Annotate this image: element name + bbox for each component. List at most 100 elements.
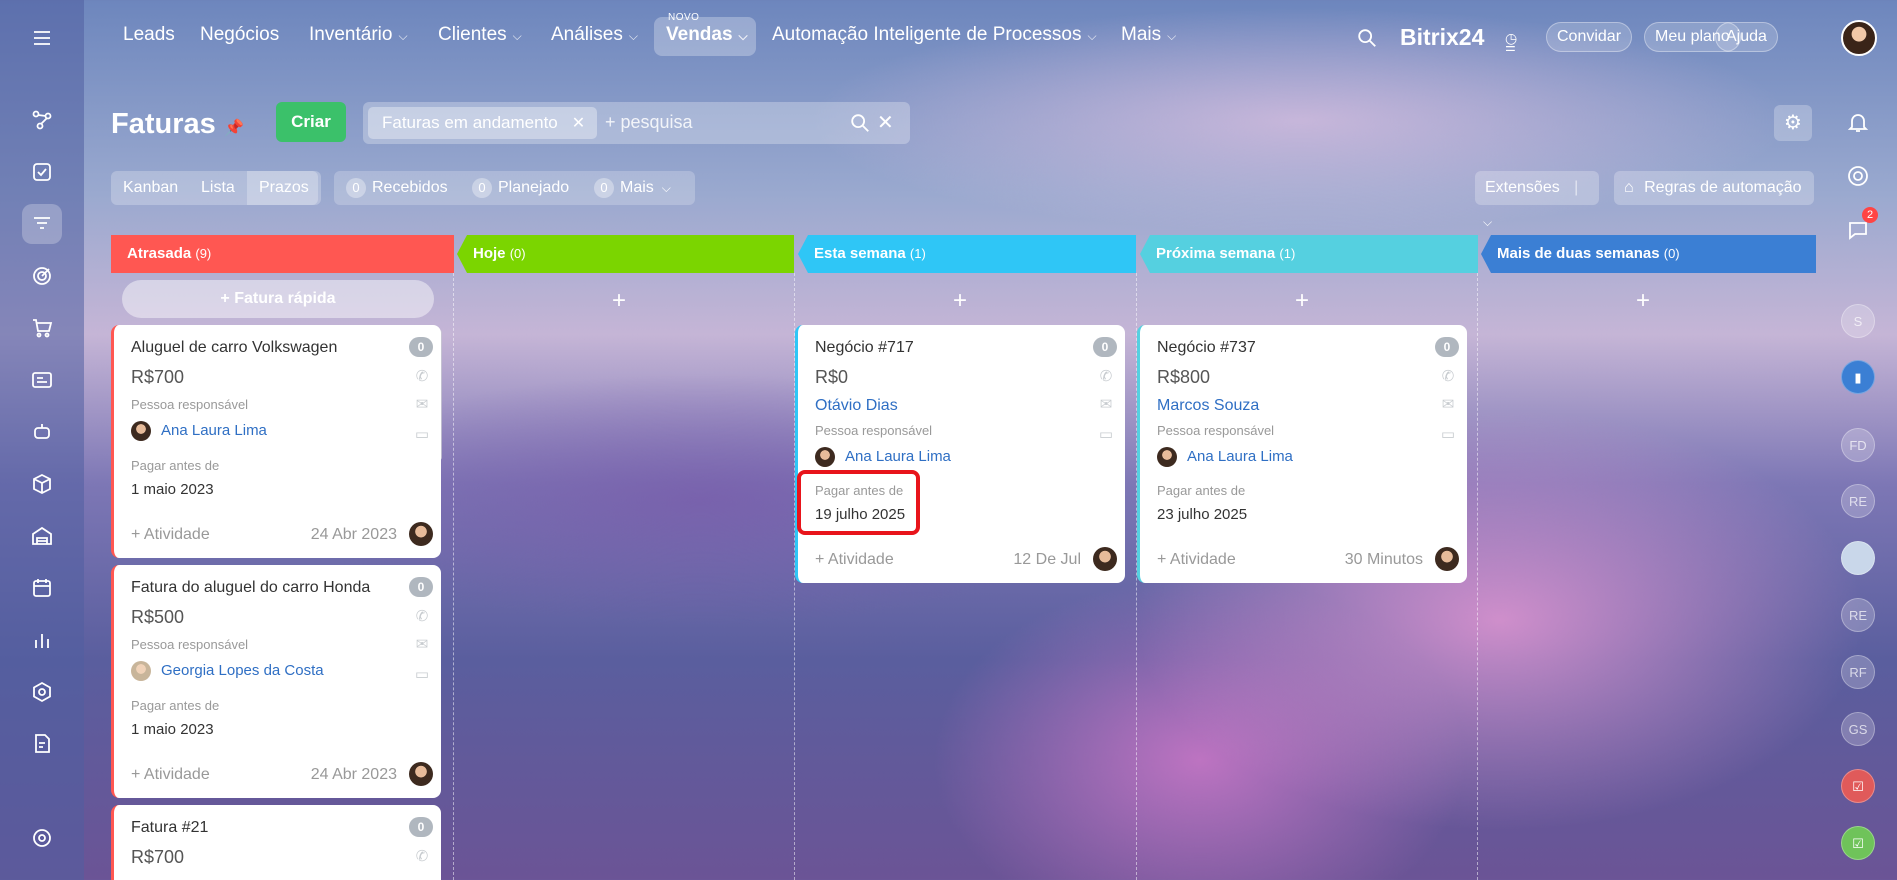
settings-icon[interactable] [22,818,62,858]
search-input[interactable]: + pesquisa [605,112,693,133]
chat-avatar[interactable]: RE [1841,484,1875,518]
phone-icon[interactable]: ✆ [413,847,431,865]
phone-icon[interactable]: ✆ [413,607,431,625]
search-icon[interactable] [1356,27,1378,49]
hexagon-icon[interactable] [22,672,62,712]
target-icon[interactable] [22,256,62,296]
card-title[interactable]: Fatura #21 [131,819,208,837]
analytics-icon[interactable] [22,620,62,660]
responsible-person[interactable]: Georgia Lopes da Costa [131,661,324,681]
view-kanban[interactable]: Kanban [123,171,178,205]
card-title[interactable]: Negócio #717 [815,339,914,357]
help-button[interactable]: Ajuda [1715,22,1778,52]
chat-avatar[interactable]: RF [1841,655,1875,689]
clear-icon[interactable]: ✕ [877,110,894,135]
close-icon[interactable]: ✕ [572,115,585,132]
add-activity-button[interactable]: + Atividade [1157,551,1236,569]
bell-icon[interactable] [1846,110,1870,134]
crm-icon[interactable] [22,100,62,140]
view-list[interactable]: Lista [201,171,235,205]
nav-clients[interactable]: Clientes ⌵ [438,24,522,46]
cart-icon[interactable] [22,308,62,348]
invoice-card[interactable]: Aluguel de carro Volkswagen 0 R$700 ✆ ✉ … [111,325,441,558]
mail-icon[interactable]: ✉ [413,635,431,653]
client-link[interactable]: Marcos Souza [1157,397,1259,415]
deal-card[interactable]: Negócio #737 0 R$800 ✆ ✉ ▭ Marcos Souza … [1137,325,1467,583]
quick-invoice-button[interactable]: + Fatura rápida [122,280,434,318]
invoice-card[interactable]: Fatura do aluguel do carro Honda 0 R$500… [111,565,441,798]
mail-icon[interactable]: ✉ [1439,395,1457,413]
phone-icon[interactable]: ✆ [413,367,431,385]
client-link[interactable]: Otávio Dias [815,397,898,415]
responsible-person[interactable]: Ana Laura Lima [815,447,951,467]
avatar[interactable] [1435,547,1459,571]
sliders-icon[interactable]: ⚌ [1505,40,1516,54]
add-card-next-week-button[interactable]: + [1295,287,1309,315]
create-button[interactable]: Criar [276,102,346,142]
view-deadlines[interactable]: Prazos [247,171,321,205]
copilot-icon[interactable] [1846,164,1870,188]
comment-icon[interactable]: ▭ [1439,425,1457,443]
calendar-icon[interactable] [22,568,62,608]
task-check-icon[interactable]: ☑ [1841,769,1875,803]
nav-deals[interactable]: Negócios [200,24,279,46]
add-card-later-button[interactable]: + [1636,287,1650,315]
responsible-person[interactable]: Ana Laura Lima [131,421,267,441]
chat-avatar[interactable]: GS [1841,712,1875,746]
add-activity-button[interactable]: + Atividade [815,551,894,569]
column-header-this-week[interactable]: Esta semana (1) [798,235,1136,273]
nav-analytics[interactable]: Análises ⌵ [551,24,638,46]
avatar[interactable] [1093,547,1117,571]
add-card-this-week-button[interactable]: + [953,287,967,315]
card-title[interactable]: Negócio #737 [1157,339,1256,357]
deal-card[interactable]: Negócio #717 0 R$0 ✆ ✉ ▭ Otávio Dias Pes… [795,325,1125,583]
bookmark-icon[interactable]: ▮ [1841,360,1875,394]
phone-icon[interactable]: ✆ [1439,367,1457,385]
nav-inventory[interactable]: Inventário ⌵ [309,24,408,46]
tasks-icon[interactable] [22,152,62,192]
column-header-today[interactable]: Hoje (0) [457,235,794,273]
chat-avatar[interactable]: RE [1841,598,1875,632]
nav-sales[interactable]: Vendas ⌵ [666,24,748,46]
avatar[interactable] [409,522,433,546]
user-avatar[interactable] [1841,20,1877,56]
card-title[interactable]: Aluguel de carro Volkswagen [131,339,337,357]
filter-chip[interactable]: Faturas em andamento ✕ [368,107,598,139]
sales-icon[interactable] [22,204,62,244]
nav-leads[interactable]: Leads [123,24,175,46]
comment-icon[interactable]: ▭ [413,665,431,683]
filter-search-box[interactable]: Faturas em andamento ✕ + pesquisa ✕ [363,102,910,144]
counter-received[interactable]: 0 Recebidos [346,178,448,198]
responsible-person[interactable]: Ana Laura Lima [1157,447,1293,467]
task-done-icon[interactable]: ☑ [1841,826,1875,860]
robot-icon[interactable] [22,412,62,452]
bot-avatar[interactable] [1841,541,1875,575]
warehouse-icon[interactable] [22,516,62,556]
mail-icon[interactable]: ✉ [413,395,431,413]
box-icon[interactable] [22,464,62,504]
counter-more[interactable]: 0 Mais ⌵ [594,178,671,198]
gear-icon[interactable]: ⚙ [1774,105,1812,141]
card-title[interactable]: Fatura do aluguel do carro Honda [131,579,370,597]
nav-automation[interactable]: Automação Inteligente de Processos ⌵ [772,24,1097,46]
automation-rules-button[interactable]: ⌂ Regras de automação [1614,171,1814,205]
pin-icon[interactable]: 📌 [224,118,244,138]
counter-planned[interactable]: 0 Planejado [472,178,569,198]
extensions-button[interactable]: Extensões | ⌵ [1475,171,1599,229]
column-header-more-than-two-weeks[interactable]: Mais de duas semanas (0) [1481,235,1816,273]
add-card-today-button[interactable]: + [612,287,626,315]
chat-avatar[interactable]: FD [1841,428,1875,462]
document-edit-icon[interactable] [22,724,62,764]
chat-avatar[interactable]: S [1841,304,1875,338]
phone-icon[interactable]: ✆ [1097,367,1115,385]
search-icon[interactable] [849,112,871,134]
nav-more[interactable]: Mais ⌵ [1121,24,1176,46]
column-header-next-week[interactable]: Próxima semana (1) [1140,235,1478,273]
avatar[interactable] [409,762,433,786]
invoice-card[interactable]: Fatura #21 0 R$700 ✆ [111,805,441,880]
menu-icon[interactable] [22,18,62,58]
add-activity-button[interactable]: + Atividade [131,526,210,544]
invite-button[interactable]: Convidar [1546,22,1633,52]
mail-icon[interactable]: ✉ [1097,395,1115,413]
add-activity-button[interactable]: + Atividade [131,766,210,784]
